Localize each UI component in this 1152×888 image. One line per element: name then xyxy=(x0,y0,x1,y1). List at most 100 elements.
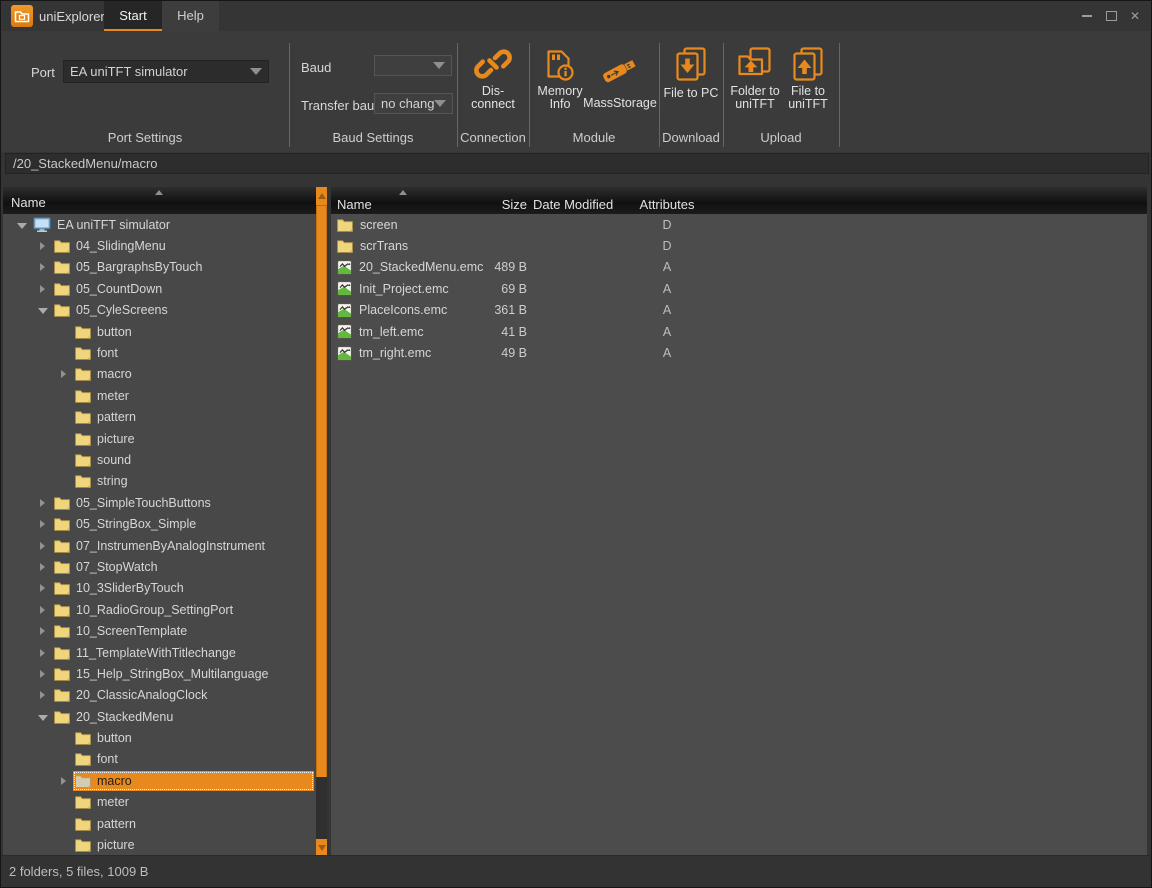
expander-icon[interactable] xyxy=(36,260,50,274)
files-header[interactable]: Name Size Date Modified Attributes xyxy=(331,187,1147,214)
tree-item[interactable]: button xyxy=(3,321,316,342)
tree-item-content[interactable]: 04_SlidingMenu xyxy=(52,236,171,256)
folder-to-unitft-button[interactable]: Folder to uniTFT xyxy=(728,43,782,111)
expander-icon[interactable] xyxy=(57,774,71,788)
tree-item-content[interactable]: 05_CyleScreens xyxy=(52,300,173,320)
tree-item-content[interactable]: 10_3SliderByTouch xyxy=(52,578,189,598)
tree-item-content[interactable]: sound xyxy=(73,450,136,470)
expander-icon[interactable] xyxy=(57,325,71,339)
expander-icon[interactable] xyxy=(36,282,50,296)
tree-item-content[interactable]: 05_BargraphsByTouch xyxy=(52,257,207,277)
tree-item-content[interactable]: meter xyxy=(73,386,134,406)
scroll-up-button[interactable] xyxy=(316,187,327,206)
tree-header[interactable]: Name xyxy=(3,187,316,214)
tree-item[interactable]: 04_SlidingMenu xyxy=(3,235,316,256)
tree-item[interactable]: macro xyxy=(3,770,316,791)
tree-item[interactable]: sound xyxy=(3,449,316,470)
tree-item[interactable]: picture xyxy=(3,834,316,855)
tree-item[interactable]: 05_SimpleTouchButtons xyxy=(3,492,316,513)
tree-item[interactable]: 11_TemplateWithTitlechange xyxy=(3,642,316,663)
column-header-attributes[interactable]: Attributes xyxy=(615,189,719,212)
expander-icon[interactable] xyxy=(57,410,71,424)
tree-item-content[interactable]: macro xyxy=(73,364,137,384)
maximize-button[interactable] xyxy=(1101,6,1121,26)
tree-item-content[interactable]: pattern xyxy=(73,814,141,834)
file-row[interactable]: tm_right.emc 49 B A xyxy=(331,342,1147,363)
tree-item-content[interactable]: font xyxy=(73,343,123,363)
tree-item[interactable]: EA uniTFT simulator xyxy=(3,214,316,235)
tree-item-content[interactable]: 10_ScreenTemplate xyxy=(52,621,192,641)
expander-icon[interactable] xyxy=(57,795,71,809)
tree-item-content[interactable]: 07_StopWatch xyxy=(52,557,163,577)
expander-icon[interactable] xyxy=(36,239,50,253)
expander-icon[interactable] xyxy=(36,710,50,724)
expander-icon[interactable] xyxy=(36,667,50,681)
expander-icon[interactable] xyxy=(36,581,50,595)
file-row[interactable]: PlaceIcons.emc 361 B A xyxy=(331,300,1147,321)
tree-item-content[interactable]: 07_InstrumenByAnalogInstrument xyxy=(52,536,270,556)
expander-icon[interactable] xyxy=(36,496,50,510)
tree-item[interactable]: 15_Help_StringBox_Multilanguage xyxy=(3,663,316,684)
expander-icon[interactable] xyxy=(57,838,71,852)
tree-item[interactable]: meter xyxy=(3,792,316,813)
column-header-size[interactable]: Size xyxy=(471,189,527,212)
minimize-button[interactable] xyxy=(1077,6,1097,26)
expander-icon[interactable] xyxy=(57,453,71,467)
scrollbar-thumb[interactable] xyxy=(316,206,327,777)
tree-item-content[interactable]: 10_RadioGroup_SettingPort xyxy=(52,600,238,620)
file-to-unitft-button[interactable]: File to uniTFT xyxy=(782,43,834,111)
tree-item-content[interactable]: 15_Help_StringBox_Multilanguage xyxy=(52,664,274,684)
tree-item-content[interactable]: meter xyxy=(73,792,134,812)
tab-help[interactable]: Help xyxy=(162,1,219,31)
mass-storage-button[interactable]: MassStorage xyxy=(585,43,655,110)
expander-icon[interactable] xyxy=(57,474,71,488)
expander-icon[interactable] xyxy=(57,731,71,745)
tree-item[interactable]: button xyxy=(3,727,316,748)
tree-item[interactable]: 10_ScreenTemplate xyxy=(3,620,316,641)
tree-item-content[interactable]: picture xyxy=(73,429,140,449)
tree-item[interactable]: pattern xyxy=(3,407,316,428)
tree-item[interactable]: 07_InstrumenByAnalogInstrument xyxy=(3,535,316,556)
tree-item[interactable]: 20_ClassicAnalogClock xyxy=(3,685,316,706)
tree-item-content[interactable]: 05_StringBox_Simple xyxy=(52,514,201,534)
tree-item-content[interactable]: string xyxy=(73,471,133,491)
expander-icon[interactable] xyxy=(57,389,71,403)
port-select[interactable]: EA uniTFT simulator xyxy=(63,60,269,83)
file-row[interactable]: 20_StackedMenu.emc 489 B A xyxy=(331,257,1147,278)
tree-item[interactable]: font xyxy=(3,342,316,363)
tree-item[interactable]: 05_BargraphsByTouch xyxy=(3,257,316,278)
tree-item[interactable]: 10_RadioGroup_SettingPort xyxy=(3,599,316,620)
tree-item-content[interactable]: EA uniTFT simulator xyxy=(31,215,175,235)
tree-item[interactable]: 07_StopWatch xyxy=(3,556,316,577)
expander-icon[interactable] xyxy=(57,346,71,360)
tree-item[interactable]: string xyxy=(3,471,316,492)
tree-item[interactable]: meter xyxy=(3,385,316,406)
tree-item[interactable]: 05_CyleScreens xyxy=(3,300,316,321)
tree-item[interactable]: macro xyxy=(3,364,316,385)
tree-item-content[interactable]: pattern xyxy=(73,407,141,427)
column-header-date-modified[interactable]: Date Modified xyxy=(527,189,615,212)
tree-item[interactable]: 05_StringBox_Simple xyxy=(3,513,316,534)
file-row[interactable]: Init_Project.emc 69 B A xyxy=(331,278,1147,299)
expander-icon[interactable] xyxy=(15,218,29,232)
file-row[interactable]: screen D xyxy=(331,214,1147,235)
expander-icon[interactable] xyxy=(36,624,50,638)
expander-icon[interactable] xyxy=(36,646,50,660)
expander-icon[interactable] xyxy=(57,817,71,831)
tree-item[interactable]: 10_3SliderByTouch xyxy=(3,578,316,599)
expander-icon[interactable] xyxy=(57,432,71,446)
tree-item-content[interactable]: 11_TemplateWithTitlechange xyxy=(52,643,241,663)
expander-icon[interactable] xyxy=(36,560,50,574)
expander-icon[interactable] xyxy=(36,688,50,702)
disconnect-button[interactable]: Dis- connect xyxy=(461,43,525,111)
transfer-baud-select[interactable]: no change xyxy=(374,93,453,114)
file-to-pc-button[interactable]: File to PC xyxy=(660,43,722,100)
tree-item-content[interactable]: 05_SimpleTouchButtons xyxy=(52,493,216,513)
tab-start[interactable]: Start xyxy=(104,1,162,31)
tree-item-content[interactable]: font xyxy=(73,749,123,769)
memory-info-button[interactable]: Memory Info xyxy=(531,43,589,111)
tree-item-content[interactable]: button xyxy=(73,728,137,748)
tree-item-content[interactable]: picture xyxy=(73,835,140,855)
file-row[interactable]: tm_left.emc 41 B A xyxy=(331,321,1147,342)
tree-item[interactable]: 20_StackedMenu xyxy=(3,706,316,727)
